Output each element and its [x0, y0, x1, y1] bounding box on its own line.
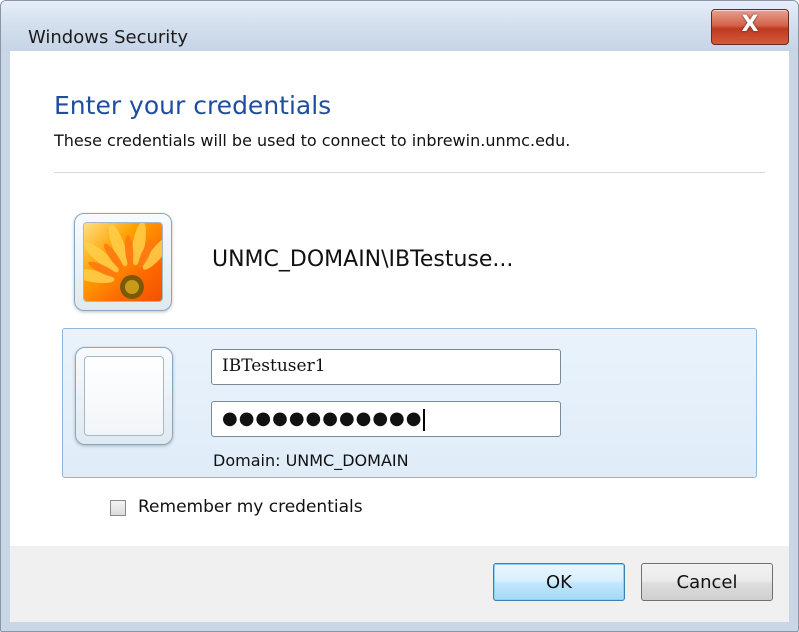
- cancel-button[interactable]: Cancel: [641, 563, 773, 601]
- credentials-panel: IBTestuser1 ●●●●●●●●●●●● Domain: UNMC_DO…: [62, 328, 757, 478]
- password-value: ●●●●●●●●●●●●: [222, 408, 423, 429]
- window-title: Windows Security: [28, 27, 188, 48]
- dialog-footer: OK Cancel: [10, 546, 789, 622]
- flower-avatar-icon: [83, 222, 163, 302]
- username-value: IBTestuser1: [222, 356, 326, 376]
- ok-button[interactable]: OK: [493, 563, 625, 601]
- remember-label[interactable]: Remember my credentials: [138, 497, 363, 517]
- title-bar[interactable]: Windows Security X: [1, 1, 798, 51]
- dialog-subheading: These credentials will be used to connec…: [54, 131, 571, 150]
- blank-avatar-icon: [84, 356, 164, 436]
- windows-security-dialog: Windows Security X Enter your credential…: [0, 0, 799, 632]
- dialog-heading: Enter your credentials: [54, 91, 332, 120]
- saved-account-tile[interactable]: [74, 213, 172, 311]
- password-input[interactable]: ●●●●●●●●●●●●: [211, 401, 561, 437]
- saved-account-name[interactable]: UNMC_DOMAIN\IBTestuse...: [212, 247, 513, 272]
- remember-checkbox[interactable]: [110, 500, 126, 516]
- dialog-content: Enter your credentials These credentials…: [10, 51, 789, 546]
- close-icon: X: [741, 12, 759, 37]
- separator: [54, 172, 765, 173]
- text-caret: [423, 408, 426, 431]
- close-button[interactable]: X: [711, 9, 789, 45]
- username-input[interactable]: IBTestuser1: [211, 349, 561, 385]
- new-account-tile: [75, 347, 173, 445]
- domain-label: Domain: UNMC_DOMAIN: [213, 451, 409, 470]
